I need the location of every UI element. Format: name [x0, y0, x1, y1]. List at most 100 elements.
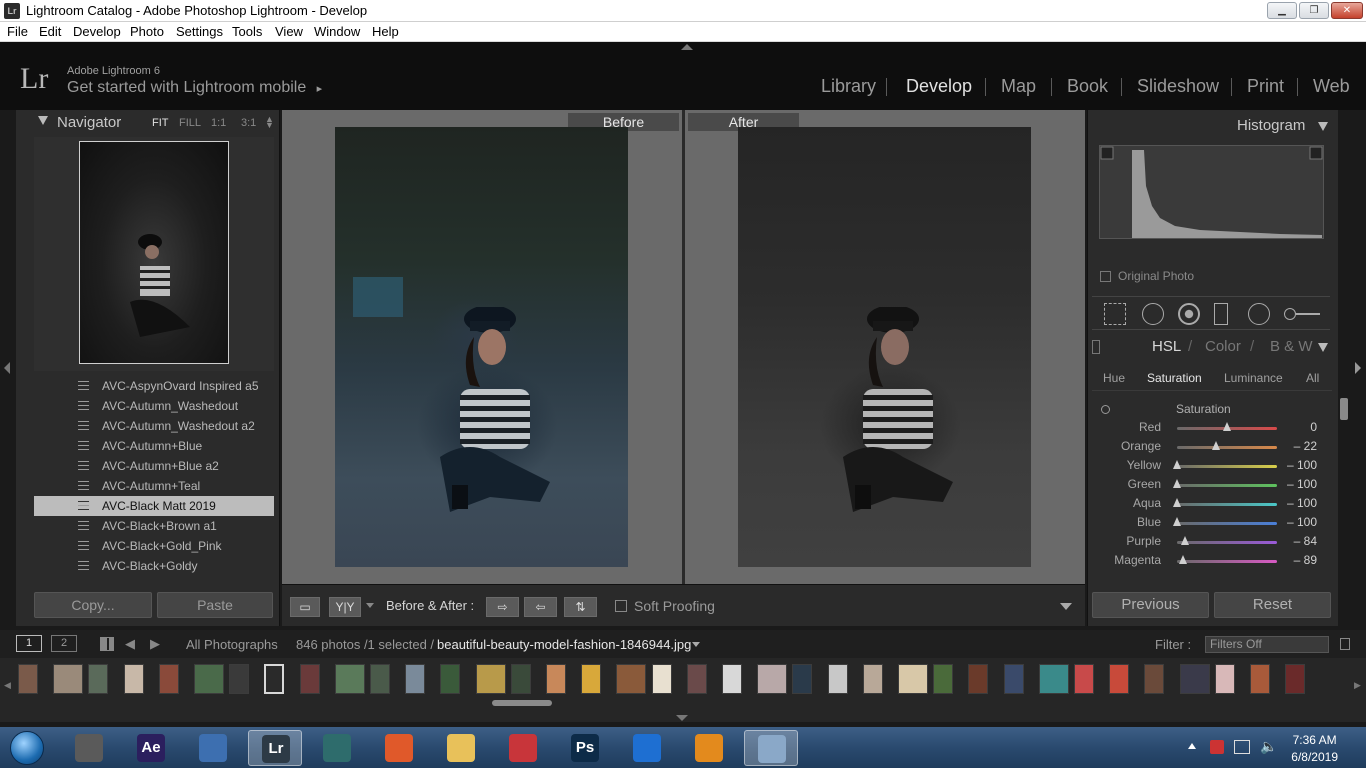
collapse-histogram-icon[interactable]	[1318, 122, 1328, 131]
after-effects-app-taskbar-button[interactable]: Ae	[124, 730, 178, 766]
maximize-icon[interactable]: ❐	[1299, 2, 1329, 19]
filmstrip-thumbnail[interactable]	[475, 664, 506, 694]
before-after-yy-button[interactable]: Y|Y	[329, 597, 361, 617]
slider-track[interactable]	[1177, 446, 1277, 449]
menu-develop[interactable]: Develop	[73, 24, 121, 39]
filmstrip-thumbnail[interactable]	[158, 664, 179, 694]
slider-purple[interactable]: Purple – 84	[1093, 533, 1333, 552]
module-print[interactable]: Print	[1247, 76, 1284, 97]
slider-value[interactable]: – 100	[1283, 458, 1317, 472]
filmstrip-thumbnail[interactable]	[792, 664, 813, 694]
slider-thumb[interactable]	[1173, 460, 1181, 469]
filename-dropdown-icon[interactable]	[692, 642, 700, 647]
module-library[interactable]: Library	[821, 76, 876, 97]
start-button[interactable]	[4, 727, 52, 768]
slider-thumb[interactable]	[1181, 536, 1189, 545]
navigator-preview-image[interactable]	[79, 141, 229, 364]
yy-dropdown-icon[interactable]	[366, 603, 374, 608]
module-book[interactable]: Book	[1067, 76, 1108, 97]
network-app-taskbar-button[interactable]	[186, 730, 240, 766]
paint-app-taskbar-button[interactable]	[744, 730, 798, 766]
audio-app-taskbar-button[interactable]	[682, 730, 736, 766]
filmstrip-thumbnail[interactable]	[1214, 664, 1235, 694]
filmstrip-thumbnail[interactable]	[546, 664, 566, 694]
slider-thumb[interactable]	[1178, 555, 1187, 564]
slider-value[interactable]: – 22	[1283, 439, 1317, 453]
menu-settings[interactable]: Settings	[176, 24, 223, 39]
slider-track[interactable]	[1177, 465, 1277, 468]
right-panel-toggle-icon[interactable]	[1355, 362, 1361, 374]
slider-track[interactable]	[1177, 522, 1277, 525]
swap-before-after-icon[interactable]: ⇅	[564, 597, 597, 617]
hsl-panel-switch-icon[interactable]	[1092, 340, 1100, 354]
adjustment-brush-icon[interactable]	[1284, 303, 1320, 325]
slider-aqua[interactable]: Aqua – 100	[1093, 495, 1333, 514]
collapse-bottom-icon[interactable]	[676, 715, 688, 721]
loupe-view-icon[interactable]: ▭	[290, 597, 320, 617]
forward-arrow-icon[interactable]: ▶	[150, 636, 160, 652]
action-center-icon[interactable]	[1210, 740, 1224, 754]
slider-thumb[interactable]	[1173, 498, 1181, 507]
slider-value[interactable]: – 84	[1283, 534, 1317, 548]
filmstrip-thumbnail[interactable]	[651, 664, 672, 694]
filmstrip-thumbnail[interactable]	[229, 664, 250, 694]
toolbar-menu-icon[interactable]	[1060, 603, 1072, 610]
filmstrip-thumbnail[interactable]	[722, 664, 742, 694]
module-map[interactable]: Map	[1001, 76, 1036, 97]
film-app-taskbar-button[interactable]	[62, 730, 116, 766]
slider-thumb[interactable]	[1212, 441, 1220, 450]
filmstrip-thumbnail[interactable]	[1285, 664, 1306, 694]
slider-orange[interactable]: Orange – 22	[1093, 438, 1333, 457]
filmstrip-left-icon[interactable]: ◀	[4, 680, 11, 691]
slider-thumb[interactable]	[1223, 422, 1231, 431]
slider-red[interactable]: Red 0	[1093, 419, 1333, 438]
filmstrip-thumbnail[interactable]	[933, 664, 954, 694]
filmstrip-thumbnail[interactable]	[1003, 664, 1024, 694]
slider-value[interactable]: – 100	[1283, 477, 1317, 491]
filmstrip-right-icon[interactable]: ▶	[1354, 680, 1361, 691]
filmstrip-thumbnail[interactable]	[968, 664, 989, 694]
filmstrip-thumbnail[interactable]	[194, 664, 224, 694]
filmstrip-thumbnail[interactable]	[581, 664, 602, 694]
filmstrip-thumbnail[interactable]	[1109, 664, 1130, 694]
preset-item[interactable]: AVC-Autumn_Washedout	[34, 396, 274, 416]
preset-item[interactable]: AVC-Autumn+Teal	[34, 476, 274, 496]
zoom-1-1[interactable]: 1:1	[211, 117, 226, 129]
target-adjust-icon[interactable]	[1101, 405, 1110, 414]
system-clock[interactable]: 7:36 AM 6/8/2019	[1291, 733, 1338, 764]
filmstrip-thumbnail[interactable]	[334, 664, 365, 694]
grid-view-icon[interactable]	[100, 637, 114, 651]
spot-removal-icon[interactable]	[1142, 303, 1164, 325]
zoom-stepper-icon[interactable]: ▲ ▼	[265, 115, 274, 130]
explorer-app-taskbar-button[interactable]	[434, 730, 488, 766]
filmstrip-thumbnail[interactable]	[757, 664, 788, 694]
module-slideshow[interactable]: Slideshow	[1137, 76, 1219, 97]
left-panel-toggle-icon[interactable]	[4, 362, 10, 374]
copy-button[interactable]: Copy...	[34, 592, 152, 618]
filmstrip-thumbnail[interactable]	[686, 664, 707, 694]
minimize-icon[interactable]: ▁	[1267, 2, 1297, 19]
filmstrip-thumbnail[interactable]	[1179, 664, 1210, 694]
filmstrip-thumbnail[interactable]	[1074, 664, 1094, 694]
firefox-app-taskbar-button[interactable]	[372, 730, 426, 766]
slider-value[interactable]: – 89	[1283, 553, 1317, 567]
slider-track[interactable]	[1177, 541, 1277, 544]
mobile-prompt[interactable]: Get started with Lightroom mobile ▸	[67, 79, 322, 97]
paste-button[interactable]: Paste	[157, 592, 273, 618]
crop-overlay-icon[interactable]	[1104, 303, 1126, 325]
preset-item[interactable]: AVC-Autumn+Blue a2	[34, 456, 274, 476]
slider-thumb[interactable]	[1173, 479, 1181, 488]
window-1-button[interactable]: 1	[16, 635, 42, 652]
network-icon[interactable]	[1234, 740, 1250, 754]
menu-window[interactable]: Window	[314, 24, 360, 39]
right-scrollbar[interactable]	[1340, 398, 1348, 420]
close-icon[interactable]: ✕	[1331, 2, 1363, 19]
collapse-navigator-icon[interactable]	[38, 116, 48, 125]
slider-value[interactable]: – 100	[1283, 496, 1317, 510]
subtab-saturation[interactable]: Saturation	[1147, 371, 1202, 385]
tray-expand-icon[interactable]	[1188, 743, 1196, 749]
filename-label[interactable]: beautiful-beauty-model-fashion-1846944.j…	[437, 637, 691, 652]
slider-magenta[interactable]: Magenta – 89	[1093, 552, 1333, 571]
filmstrip-thumbnail[interactable]	[1038, 664, 1069, 694]
histogram-chart[interactable]	[1099, 145, 1324, 239]
